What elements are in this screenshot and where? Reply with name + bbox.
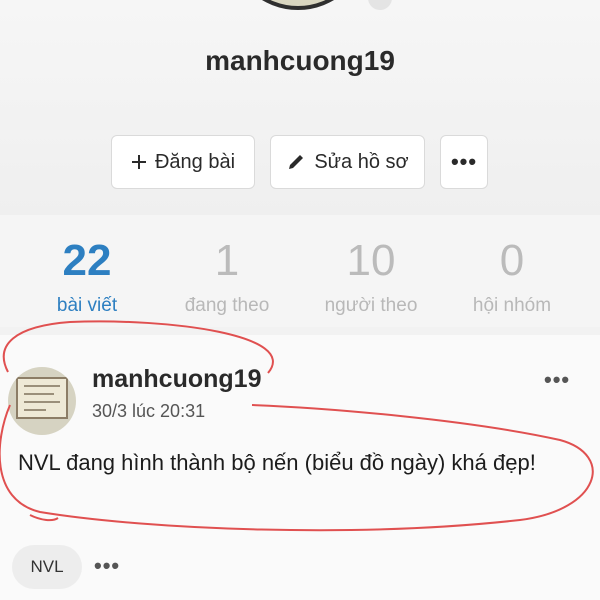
- post-body: NVL đang hình thành bộ nến (biểu đồ ngày…: [18, 450, 536, 475]
- profile-header: manhcuong19 Đăng bài Sửa hồ sơ •••: [0, 0, 600, 215]
- stat-posts[interactable]: 22 bài viết: [12, 235, 162, 317]
- post-more-button[interactable]: •••: [544, 367, 570, 393]
- certificate-image: [16, 377, 68, 419]
- pencil-icon: [286, 152, 306, 172]
- post-timestamp: 30/3 lúc 20:31: [92, 401, 206, 421]
- stat-value: 0: [499, 236, 525, 285]
- stat-label: người theo: [324, 295, 418, 316]
- post-author-avatar[interactable]: [8, 367, 76, 435]
- stat-groups[interactable]: 0 hội nhóm: [437, 235, 587, 317]
- avatar-badge: [368, 0, 392, 10]
- stat-followers[interactable]: 10 người theo: [296, 235, 446, 317]
- profile-avatar[interactable]: [228, 0, 368, 10]
- create-post-label: Đăng bài: [154, 150, 236, 173]
- edit-profile-label: Sửa hồ sơ: [314, 150, 409, 173]
- post-card: manhcuong19 30/3 lúc 20:31 ••• NVL đang …: [0, 335, 600, 600]
- plus-icon: [131, 154, 147, 170]
- edit-profile-button[interactable]: Sửa hồ sơ: [270, 135, 425, 189]
- post-author-name[interactable]: manhcuong19: [92, 365, 261, 394]
- profile-more-button[interactable]: •••: [440, 135, 488, 189]
- stat-value: 1: [214, 236, 240, 285]
- stat-value: 22: [62, 236, 112, 285]
- profile-stats: 22 bài viết 1 đang theo 10 người theo 0 …: [0, 215, 600, 327]
- post-tag-chip[interactable]: NVL: [12, 545, 82, 589]
- stat-label: đang theo: [184, 295, 270, 316]
- create-post-button[interactable]: Đăng bài: [111, 135, 255, 189]
- post-actions-more-button[interactable]: •••: [94, 553, 120, 579]
- stat-label: hội nhóm: [472, 295, 552, 316]
- stat-following[interactable]: 1 đang theo: [152, 235, 302, 317]
- stat-value: 10: [346, 236, 396, 285]
- profile-username: manhcuong19: [205, 45, 395, 76]
- stat-label: bài viết: [56, 295, 118, 316]
